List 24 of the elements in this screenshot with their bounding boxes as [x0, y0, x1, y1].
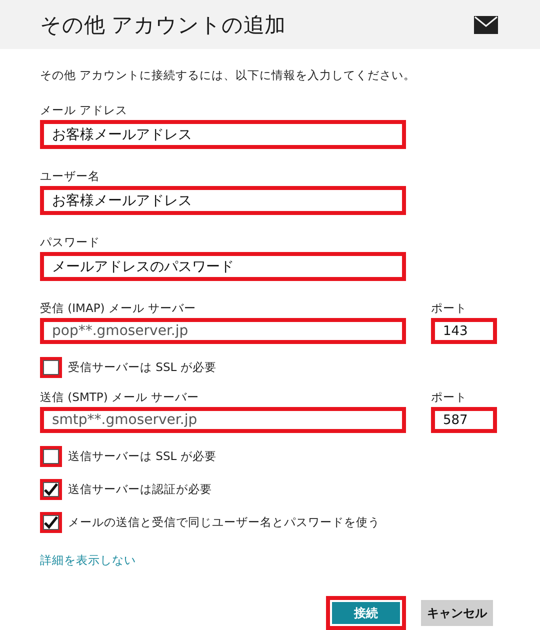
server-field[interactable]: pop**.gmoserver.jp — [40, 318, 406, 344]
connect-button[interactable]: 接続 — [326, 596, 406, 630]
checkbox-label: 受信サーバーは SSL が必要 — [68, 360, 216, 375]
port-label: ポート — [431, 390, 468, 405]
input-field[interactable]: メールアドレスのパスワード — [40, 252, 406, 281]
intro-text: その他 アカウントに接続するには、以下に情報を入力してください。 — [40, 68, 417, 83]
port-label: ポート — [431, 301, 468, 316]
page-title: その他 アカウントの追加 — [40, 12, 286, 38]
input-field[interactable]: お客様メールアドレス — [40, 120, 406, 149]
field-label: 受信 (IMAP) メール サーバー — [40, 301, 198, 316]
field-label: 送信 (SMTP) メール サーバー — [40, 390, 200, 405]
checkbox-label: 送信サーバーは SSL が必要 — [68, 449, 216, 464]
checkbox-label: メールの送信と受信で同じユーザー名とパスワードを使う — [68, 515, 380, 530]
checkbox-label: 送信サーバーは認証が必要 — [68, 482, 212, 497]
hide-details-link[interactable]: 詳細を表示しない — [40, 553, 136, 568]
server-field[interactable]: smtp**.gmoserver.jp — [40, 407, 406, 433]
port-field[interactable]: 143 — [431, 318, 497, 344]
port-field[interactable]: 587 — [431, 407, 497, 433]
input-field[interactable]: お客様メールアドレス — [40, 186, 406, 215]
field-label: パスワード — [40, 235, 101, 250]
field-label: メール アドレス — [40, 103, 129, 118]
field-label: ユーザー名 — [40, 169, 101, 184]
cancel-button[interactable]: キャンセル — [421, 600, 493, 626]
mail-icon — [474, 16, 498, 34]
